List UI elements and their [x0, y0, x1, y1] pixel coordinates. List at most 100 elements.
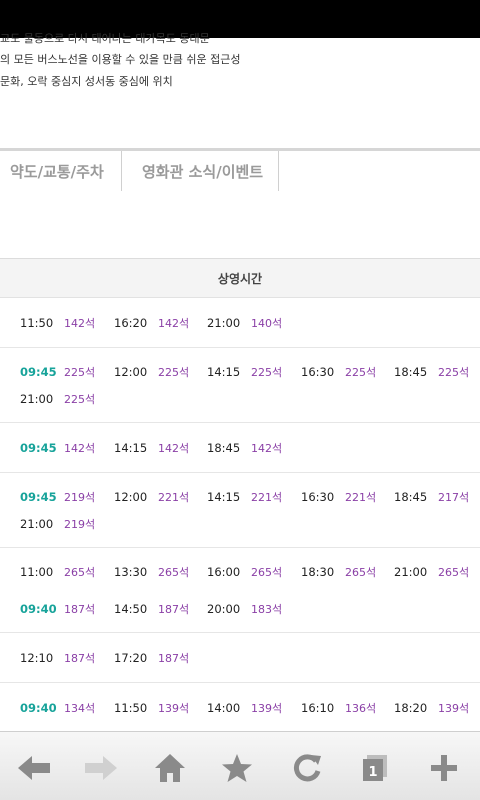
showtime-time: 18:45 [394, 364, 428, 379]
seat-count: 219석 [64, 517, 96, 531]
seat-count: 187석 [158, 602, 190, 616]
showtime-time: 12:00 [114, 364, 148, 379]
seat-count: 139석 [158, 701, 190, 715]
showtime-slot[interactable]: 21:00 140석 [207, 309, 282, 336]
showtime-line: 21:00 219석 [0, 510, 480, 537]
seat-count: 225석 [64, 365, 96, 379]
showtime-row: 11:50 142석 16:20 142석 21:00 140석 [0, 298, 480, 348]
showtime-slot[interactable]: 21:00 265석 [394, 558, 469, 585]
showtime-time: 14:50 [114, 601, 148, 616]
showtime-time: 14:15 [114, 440, 148, 455]
showtime-slot[interactable]: 21:00 225석 [20, 385, 95, 412]
showtime-time: 21:00 [20, 391, 54, 406]
showtime-line: 09:40 134석 11:50 139석 14:00 139석 16:10 136석 18:2… [0, 694, 480, 721]
showtime-slot[interactable]: 11:00 265석 [20, 558, 95, 585]
showtime-slot[interactable]: 14:50 187석 [114, 595, 189, 622]
refresh-icon [293, 754, 321, 782]
seat-count: 221석 [345, 490, 377, 504]
seat-count: 265석 [438, 565, 470, 579]
seat-count: 139석 [251, 701, 283, 715]
windows-icon: 1 [363, 755, 387, 781]
showtime-slot[interactable]: 18:45 142석 [207, 434, 282, 461]
new-tab-button[interactable] [424, 748, 464, 788]
showtime-slot[interactable]: 09:45 225석 [20, 358, 95, 385]
showtime-slot[interactable]: 11:50 139석 [114, 694, 189, 721]
showtime-slot[interactable]: 16:10 136석 [301, 694, 376, 721]
showtime-line: 09:45 225석 12:00 225석 14:15 225석 16:30 225석 18:4… [0, 358, 480, 385]
showtime-slot[interactable]: 09:40 134석 [20, 694, 95, 721]
seat-count: 221석 [251, 490, 283, 504]
showtime-time: 14:15 [207, 489, 241, 504]
showtime-time: 11:00 [20, 564, 54, 579]
showtime-row: 12:10 187석 17:20 187석 [0, 633, 480, 683]
showtime-slot[interactable]: 09:45 142석 [20, 434, 95, 461]
showtime-slot[interactable]: 09:45 219석 [20, 483, 95, 510]
showtime-slot[interactable]: 16:30 221석 [301, 483, 376, 510]
showtime-time: 11:50 [20, 315, 54, 330]
showtime-slot[interactable]: 14:15 225석 [207, 358, 282, 385]
refresh-button[interactable] [287, 748, 327, 788]
bookmark-button[interactable] [217, 748, 257, 788]
showtime-slot[interactable]: 18:20 139석 [394, 694, 469, 721]
showtime-slot[interactable]: 18:45 217석 [394, 483, 469, 510]
showtime-line: 12:10 187석 17:20 187석 [0, 644, 480, 671]
seat-count: 265석 [251, 565, 283, 579]
showtime-time: 09:40 [20, 700, 57, 715]
showtime-slot[interactable]: 20:00 183석 [207, 595, 282, 622]
showtime-time: 09:45 [20, 489, 57, 504]
info-line: 교도 물동으로 다시 태어나는 대가목도 동대문 [0, 32, 210, 45]
showtime-slot[interactable]: 14:15 142석 [114, 434, 189, 461]
showtime-time: 21:00 [394, 564, 428, 579]
showtime-slot[interactable]: 16:20 142석 [114, 309, 189, 336]
showtime-slot[interactable]: 12:10 187석 [20, 644, 95, 671]
showtime-time: 18:45 [394, 489, 428, 504]
showtime-slot[interactable]: 21:00 219석 [20, 510, 95, 537]
showtime-time: 20:00 [207, 601, 241, 616]
showtime-slot[interactable]: 16:00 265석 [207, 558, 282, 585]
seat-count: 139석 [438, 701, 470, 715]
showtime-line: 09:45 219석 12:00 221석 14:15 221석 16:30 221석 18:4… [0, 483, 480, 510]
showtime-slot[interactable]: 14:15 221석 [207, 483, 282, 510]
seat-count: 217석 [438, 490, 470, 504]
showtime-slot[interactable]: 12:00 221석 [114, 483, 189, 510]
seat-count: 142석 [251, 441, 283, 455]
showtime-row: 09:45 225석 12:00 225석 14:15 225석 16:30 225석 18:4… [0, 348, 480, 423]
showtime-row: 11:00 265석 13:30 265석 16:00 265석 18:30 265석 21:0… [0, 548, 480, 633]
showtime-slot[interactable]: 11:50 142석 [20, 309, 95, 336]
seat-count: 142석 [158, 316, 190, 330]
seat-count: 134석 [64, 701, 96, 715]
showtime-slot[interactable]: 16:30 225석 [301, 358, 376, 385]
showtime-time: 09:45 [20, 440, 57, 455]
showtime-time: 16:00 [207, 564, 241, 579]
seat-count: 265석 [345, 565, 377, 579]
showtime-slot[interactable]: 12:00 225석 [114, 358, 189, 385]
showtime-slot[interactable]: 14:00 139석 [207, 694, 282, 721]
showtime-time: 21:00 [20, 516, 54, 531]
tab-traffic[interactable]: 약도/교통/주차 [10, 151, 104, 191]
showtime-slot[interactable]: 18:45 225석 [394, 358, 469, 385]
showtime-time: 14:00 [207, 700, 241, 715]
showtime-row: 09:40 134석 11:50 139석 14:00 139석 16:10 136석 18:2… [0, 683, 480, 733]
showtime-slot[interactable]: 09:40 187석 [20, 595, 95, 622]
seat-count: 225석 [438, 365, 470, 379]
plus-icon [431, 755, 457, 781]
window-count: 1 [368, 765, 377, 780]
showtime-line: 21:00 225석 [0, 385, 480, 412]
info-line: 문화, 오락 중심지 성서동 중심에 위치 [0, 75, 173, 88]
home-button[interactable] [150, 748, 190, 788]
showtime-slot[interactable]: 17:20 187석 [114, 644, 189, 671]
browser-toolbar: 1 [0, 731, 480, 800]
showtime-time: 13:30 [114, 564, 148, 579]
tab-news[interactable]: 영화관 소식/이벤트 [142, 151, 263, 191]
showtime-line: 09:40 187석 14:50 187석 20:00 183석 [0, 595, 480, 622]
showtime-time: 11:50 [114, 700, 148, 715]
back-button[interactable] [14, 748, 54, 788]
showtime-slot[interactable]: 18:30 265석 [301, 558, 376, 585]
seat-count: 142석 [64, 441, 96, 455]
seat-count: 140석 [251, 316, 283, 330]
windows-button[interactable]: 1 [355, 748, 395, 788]
forward-button[interactable] [81, 748, 121, 788]
showtime-slot[interactable]: 13:30 265석 [114, 558, 189, 585]
showtime-line: 11:00 265석 13:30 265석 16:00 265석 18:30 265석 21:0… [0, 558, 480, 585]
seat-count: 136석 [345, 701, 377, 715]
